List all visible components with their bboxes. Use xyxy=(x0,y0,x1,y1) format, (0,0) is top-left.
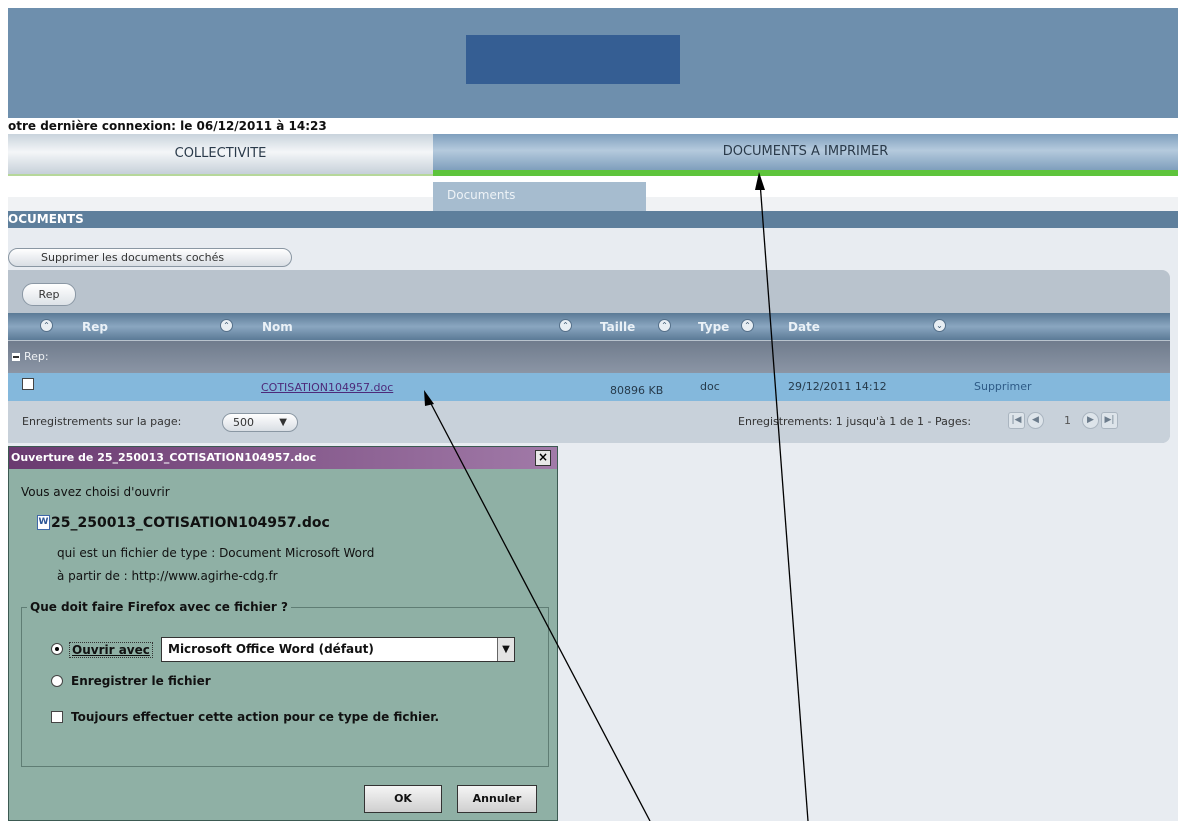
document-link[interactable]: COTISATION104957.doc xyxy=(261,381,393,394)
column-header-date[interactable]: Date xyxy=(788,318,820,336)
close-icon[interactable]: × xyxy=(535,450,551,466)
sort-icon[interactable]: ⌃ xyxy=(741,319,754,332)
grid-header xyxy=(8,313,1170,340)
group-row[interactable]: Rep: xyxy=(8,341,1170,373)
tab-documents-a-imprimer[interactable]: DOCUMENTS A IMPRIMER xyxy=(433,134,1178,176)
file-type-line: qui est un fichier de type : Document Mi… xyxy=(57,546,375,560)
open-file-dialog: Ouverture de 25_250013_COTISATION104957.… xyxy=(8,446,558,821)
save-file-label[interactable]: Enregistrer le fichier xyxy=(71,674,211,688)
dialog-filename: 25_250013_COTISATION104957.doc xyxy=(51,515,330,531)
dialog-title[interactable]: Ouverture de 25_250013_COTISATION104957.… xyxy=(9,447,557,469)
open-with-label[interactable]: Ouvrir avec xyxy=(69,642,153,658)
subtab-documents[interactable]: Documents xyxy=(433,182,646,211)
sort-icon[interactable]: ⌃ xyxy=(40,319,53,332)
tab-collectivite[interactable]: COLLECTIVITE xyxy=(8,134,433,176)
column-header-type[interactable]: Type xyxy=(698,318,729,336)
column-header-rep[interactable]: Rep xyxy=(82,318,108,336)
row-checkbox[interactable] xyxy=(22,378,34,390)
save-file-radio[interactable] xyxy=(51,675,63,687)
delete-checked-button[interactable]: Supprimer les documents cochés xyxy=(8,248,292,267)
last-page-icon[interactable]: ▶| xyxy=(1101,412,1118,429)
sort-icon[interactable]: ⌃ xyxy=(658,319,671,332)
first-page-icon[interactable]: |◀ xyxy=(1008,412,1025,429)
current-page[interactable]: 1 xyxy=(1064,414,1071,427)
rep-group-button[interactable]: Rep xyxy=(22,283,76,306)
ok-button[interactable]: OK xyxy=(364,785,442,813)
main-tab-bar: COLLECTIVITE DOCUMENTS A IMPRIMER xyxy=(8,134,1178,176)
per-page-select[interactable]: 500 ▼ xyxy=(222,413,298,432)
word-document-icon: W xyxy=(37,515,50,530)
delete-link[interactable]: Supprimer xyxy=(974,380,1032,393)
sort-icon[interactable]: ⌃ xyxy=(220,319,233,332)
file-source-line: à partir de : http://www.agirhe-cdg.fr xyxy=(57,569,278,583)
page: otre dernière connexion: le 06/12/2011 à… xyxy=(0,0,1178,821)
document-size: 80896 KB xyxy=(610,384,664,397)
always-do-checkbox[interactable] xyxy=(51,711,63,723)
next-page-icon[interactable]: ▶ xyxy=(1082,412,1099,429)
per-page-label: Enregistrements sur la page: xyxy=(22,415,182,428)
sort-desc-icon[interactable]: ⌄ xyxy=(933,319,946,332)
open-with-select[interactable]: Microsoft Office Word (défaut) ▼ xyxy=(161,637,515,662)
column-header-nom[interactable]: Nom xyxy=(262,318,293,336)
column-header-taille[interactable]: Taille xyxy=(600,318,635,336)
collapse-icon[interactable] xyxy=(12,353,20,361)
section-title: OCUMENTS xyxy=(8,211,1178,228)
per-page-value: 500 xyxy=(233,416,254,429)
sort-icon[interactable]: ⌃ xyxy=(559,319,572,332)
records-summary: Enregistrements: 1 jusqu'à 1 de 1 - Page… xyxy=(738,415,972,428)
always-do-label[interactable]: Toujours effectuer cette action pour ce … xyxy=(71,710,439,724)
group-label: Rep: xyxy=(24,350,49,363)
previous-page-icon[interactable]: ◀ xyxy=(1027,412,1044,429)
dialog-intro: Vous avez choisi d'ouvrir xyxy=(21,485,170,499)
chevron-down-icon: ▼ xyxy=(279,417,287,428)
document-type: doc xyxy=(700,380,720,393)
last-login-text: otre dernière connexion: le 06/12/2011 à… xyxy=(8,119,327,133)
pager-bar xyxy=(8,401,1170,443)
cancel-button[interactable]: Annuler xyxy=(457,785,537,813)
document-date: 29/12/2011 14:12 xyxy=(788,380,887,393)
open-with-radio[interactable] xyxy=(51,643,63,655)
chevron-down-icon[interactable]: ▼ xyxy=(497,638,514,661)
header-logo xyxy=(466,35,680,84)
action-question: Que doit faire Firefox avec ce fichier ? xyxy=(27,600,291,614)
open-with-value: Microsoft Office Word (défaut) xyxy=(168,642,374,656)
